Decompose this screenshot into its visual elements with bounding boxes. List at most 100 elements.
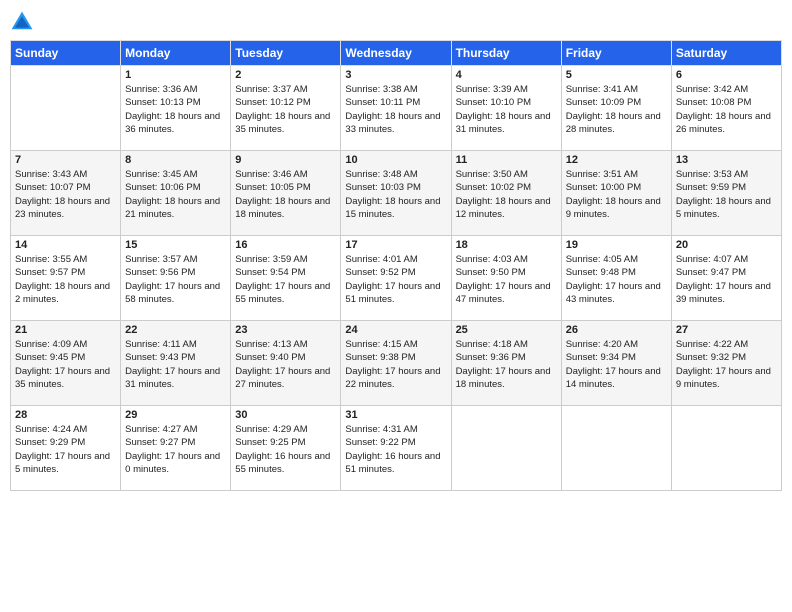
calendar-cell xyxy=(561,406,671,491)
sunrise-text: Sunrise: 3:53 AM xyxy=(676,168,777,181)
sunset-text: Sunset: 10:12 PM xyxy=(235,96,336,109)
day-number: 18 xyxy=(456,239,557,251)
daylight-text: Daylight: 16 hours and 51 minutes. xyxy=(345,450,446,477)
daylight-text: Daylight: 18 hours and 33 minutes. xyxy=(345,110,446,137)
sunset-text: Sunset: 9:48 PM xyxy=(566,266,667,279)
sunset-text: Sunset: 10:09 PM xyxy=(566,96,667,109)
daylight-text: Daylight: 18 hours and 28 minutes. xyxy=(566,110,667,137)
day-number: 7 xyxy=(15,154,116,166)
sunrise-text: Sunrise: 3:51 AM xyxy=(566,168,667,181)
day-info: Sunrise: 4:07 AM Sunset: 9:47 PM Dayligh… xyxy=(676,253,777,306)
day-info: Sunrise: 3:46 AM Sunset: 10:05 PM Daylig… xyxy=(235,168,336,221)
daylight-text: Daylight: 18 hours and 26 minutes. xyxy=(676,110,777,137)
day-number: 30 xyxy=(235,409,336,421)
day-number: 2 xyxy=(235,69,336,81)
day-number: 21 xyxy=(15,324,116,336)
week-row-1: 1 Sunrise: 3:36 AM Sunset: 10:13 PM Dayl… xyxy=(11,66,782,151)
daylight-text: Daylight: 17 hours and 31 minutes. xyxy=(125,365,226,392)
daylight-text: Daylight: 16 hours and 55 minutes. xyxy=(235,450,336,477)
sunset-text: Sunset: 9:59 PM xyxy=(676,181,777,194)
weekday-header-saturday: Saturday xyxy=(671,41,781,66)
calendar-cell: 25 Sunrise: 4:18 AM Sunset: 9:36 PM Dayl… xyxy=(451,321,561,406)
day-number: 13 xyxy=(676,154,777,166)
sunset-text: Sunset: 9:32 PM xyxy=(676,351,777,364)
day-number: 25 xyxy=(456,324,557,336)
day-info: Sunrise: 4:05 AM Sunset: 9:48 PM Dayligh… xyxy=(566,253,667,306)
day-number: 9 xyxy=(235,154,336,166)
week-row-3: 14 Sunrise: 3:55 AM Sunset: 9:57 PM Dayl… xyxy=(11,236,782,321)
day-info: Sunrise: 3:41 AM Sunset: 10:09 PM Daylig… xyxy=(566,83,667,136)
weekday-header-row: SundayMondayTuesdayWednesdayThursdayFrid… xyxy=(11,41,782,66)
calendar-cell: 5 Sunrise: 3:41 AM Sunset: 10:09 PM Dayl… xyxy=(561,66,671,151)
weekday-header-tuesday: Tuesday xyxy=(231,41,341,66)
day-info: Sunrise: 4:29 AM Sunset: 9:25 PM Dayligh… xyxy=(235,423,336,476)
daylight-text: Daylight: 17 hours and 58 minutes. xyxy=(125,280,226,307)
day-info: Sunrise: 4:01 AM Sunset: 9:52 PM Dayligh… xyxy=(345,253,446,306)
daylight-text: Daylight: 18 hours and 35 minutes. xyxy=(235,110,336,137)
day-number: 16 xyxy=(235,239,336,251)
sunrise-text: Sunrise: 4:13 AM xyxy=(235,338,336,351)
daylight-text: Daylight: 18 hours and 31 minutes. xyxy=(456,110,557,137)
sunrise-text: Sunrise: 3:45 AM xyxy=(125,168,226,181)
calendar-cell: 7 Sunrise: 3:43 AM Sunset: 10:07 PM Dayl… xyxy=(11,151,121,236)
day-number: 19 xyxy=(566,239,667,251)
sunset-text: Sunset: 10:13 PM xyxy=(125,96,226,109)
week-row-5: 28 Sunrise: 4:24 AM Sunset: 9:29 PM Dayl… xyxy=(11,406,782,491)
calendar-cell: 13 Sunrise: 3:53 AM Sunset: 9:59 PM Dayl… xyxy=(671,151,781,236)
calendar-cell: 18 Sunrise: 4:03 AM Sunset: 9:50 PM Dayl… xyxy=(451,236,561,321)
sunrise-text: Sunrise: 3:39 AM xyxy=(456,83,557,96)
day-number: 4 xyxy=(456,69,557,81)
sunset-text: Sunset: 9:57 PM xyxy=(15,266,116,279)
sunset-text: Sunset: 10:07 PM xyxy=(15,181,116,194)
sunset-text: Sunset: 9:47 PM xyxy=(676,266,777,279)
sunset-text: Sunset: 9:27 PM xyxy=(125,436,226,449)
sunrise-text: Sunrise: 3:41 AM xyxy=(566,83,667,96)
daylight-text: Daylight: 17 hours and 35 minutes. xyxy=(15,365,116,392)
week-row-2: 7 Sunrise: 3:43 AM Sunset: 10:07 PM Dayl… xyxy=(11,151,782,236)
day-info: Sunrise: 4:24 AM Sunset: 9:29 PM Dayligh… xyxy=(15,423,116,476)
daylight-text: Daylight: 18 hours and 18 minutes. xyxy=(235,195,336,222)
day-info: Sunrise: 4:13 AM Sunset: 9:40 PM Dayligh… xyxy=(235,338,336,391)
calendar-cell: 10 Sunrise: 3:48 AM Sunset: 10:03 PM Day… xyxy=(341,151,451,236)
calendar-cell: 1 Sunrise: 3:36 AM Sunset: 10:13 PM Dayl… xyxy=(121,66,231,151)
sunrise-text: Sunrise: 4:18 AM xyxy=(456,338,557,351)
calendar-cell xyxy=(11,66,121,151)
day-number: 5 xyxy=(566,69,667,81)
sunset-text: Sunset: 10:05 PM xyxy=(235,181,336,194)
sunrise-text: Sunrise: 3:55 AM xyxy=(15,253,116,266)
daylight-text: Daylight: 17 hours and 22 minutes. xyxy=(345,365,446,392)
calendar-cell: 22 Sunrise: 4:11 AM Sunset: 9:43 PM Dayl… xyxy=(121,321,231,406)
sunrise-text: Sunrise: 4:15 AM xyxy=(345,338,446,351)
daylight-text: Daylight: 17 hours and 51 minutes. xyxy=(345,280,446,307)
daylight-text: Daylight: 17 hours and 43 minutes. xyxy=(566,280,667,307)
daylight-text: Daylight: 17 hours and 0 minutes. xyxy=(125,450,226,477)
day-number: 11 xyxy=(456,154,557,166)
sunrise-text: Sunrise: 4:31 AM xyxy=(345,423,446,436)
day-info: Sunrise: 4:15 AM Sunset: 9:38 PM Dayligh… xyxy=(345,338,446,391)
sunset-text: Sunset: 9:52 PM xyxy=(345,266,446,279)
sunrise-text: Sunrise: 4:07 AM xyxy=(676,253,777,266)
calendar-cell: 8 Sunrise: 3:45 AM Sunset: 10:06 PM Dayl… xyxy=(121,151,231,236)
calendar-cell xyxy=(671,406,781,491)
logo xyxy=(10,10,38,34)
day-number: 29 xyxy=(125,409,226,421)
daylight-text: Daylight: 17 hours and 14 minutes. xyxy=(566,365,667,392)
daylight-text: Daylight: 18 hours and 15 minutes. xyxy=(345,195,446,222)
day-number: 10 xyxy=(345,154,446,166)
daylight-text: Daylight: 18 hours and 9 minutes. xyxy=(566,195,667,222)
calendar-cell: 30 Sunrise: 4:29 AM Sunset: 9:25 PM Dayl… xyxy=(231,406,341,491)
daylight-text: Daylight: 17 hours and 27 minutes. xyxy=(235,365,336,392)
sunrise-text: Sunrise: 4:09 AM xyxy=(15,338,116,351)
daylight-text: Daylight: 17 hours and 47 minutes. xyxy=(456,280,557,307)
day-number: 15 xyxy=(125,239,226,251)
calendar-cell: 27 Sunrise: 4:22 AM Sunset: 9:32 PM Dayl… xyxy=(671,321,781,406)
day-info: Sunrise: 4:27 AM Sunset: 9:27 PM Dayligh… xyxy=(125,423,226,476)
day-info: Sunrise: 3:57 AM Sunset: 9:56 PM Dayligh… xyxy=(125,253,226,306)
sunset-text: Sunset: 10:03 PM xyxy=(345,181,446,194)
calendar-cell: 2 Sunrise: 3:37 AM Sunset: 10:12 PM Dayl… xyxy=(231,66,341,151)
sunrise-text: Sunrise: 4:24 AM xyxy=(15,423,116,436)
calendar-table: SundayMondayTuesdayWednesdayThursdayFrid… xyxy=(10,40,782,491)
calendar-cell: 9 Sunrise: 3:46 AM Sunset: 10:05 PM Dayl… xyxy=(231,151,341,236)
weekday-header-sunday: Sunday xyxy=(11,41,121,66)
daylight-text: Daylight: 18 hours and 5 minutes. xyxy=(676,195,777,222)
